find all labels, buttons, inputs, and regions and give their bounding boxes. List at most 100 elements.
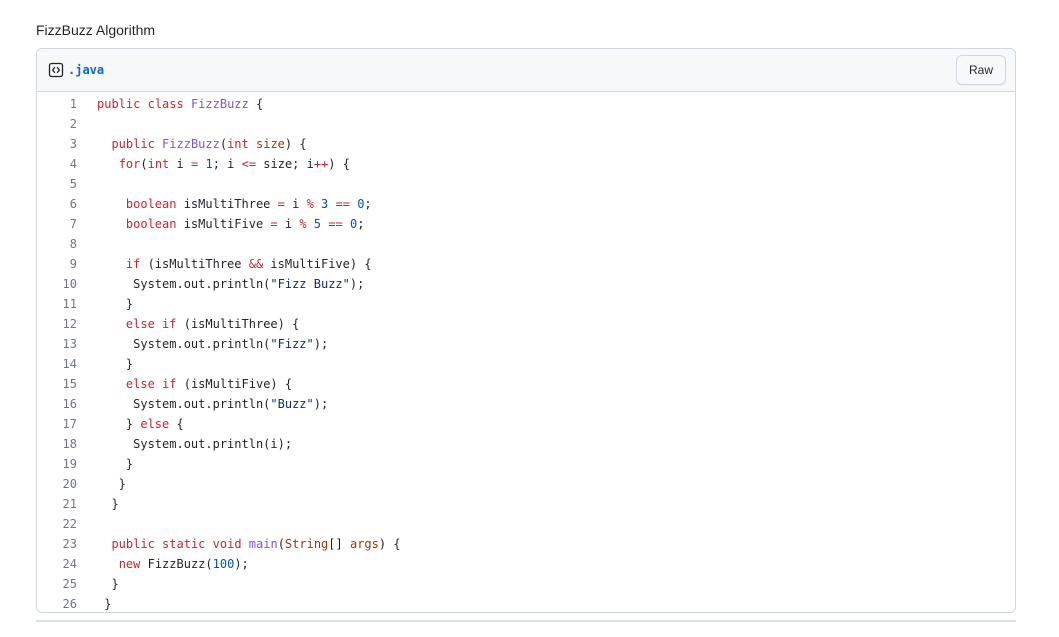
line-number[interactable]: 26 — [37, 594, 77, 612]
line-code: new FizzBuzz(100); — [77, 554, 249, 574]
line-number[interactable]: 10 — [37, 274, 77, 294]
page-title: FizzBuzz Algorithm — [36, 22, 156, 38]
line-code: if (isMultiThree && isMultiFive) { — [77, 254, 372, 274]
code-token: ; i — [212, 157, 242, 171]
code-token: "Fizz" — [270, 337, 314, 351]
line-number[interactable]: 23 — [37, 534, 77, 554]
code-line: 20 } — [37, 474, 1015, 494]
line-number[interactable]: 16 — [37, 394, 77, 414]
code-token: { — [169, 417, 184, 431]
code-token: main — [248, 537, 278, 551]
code-token: FizzBuzz( — [140, 557, 213, 571]
code-token: System.out.println( — [97, 277, 271, 291]
code-line: 10 System.out.println("Fizz Buzz"); — [37, 274, 1015, 294]
code-token: ( — [140, 157, 148, 171]
code-token: } — [97, 497, 119, 511]
code-token: == — [335, 197, 350, 211]
file-header: .java Raw — [37, 49, 1015, 92]
line-code: } — [77, 494, 119, 514]
line-number[interactable]: 18 — [37, 434, 77, 454]
line-code: boolean isMultiThree = i % 3 == 0; — [77, 194, 372, 214]
code-token: % — [306, 197, 314, 211]
code-token: size — [256, 137, 285, 151]
line-code: public static void main(String[] args) { — [77, 534, 401, 554]
code-line: 5 — [37, 174, 1015, 194]
code-token: System.out.println(i); — [97, 437, 293, 451]
line-number[interactable]: 20 — [37, 474, 77, 494]
code-body: 1 public class FizzBuzz {2 3 public FizzBu… — [37, 92, 1015, 612]
line-number[interactable]: 8 — [37, 234, 77, 254]
line-code: else if (isMultiThree) { — [77, 314, 299, 334]
code-token: ); — [349, 277, 365, 291]
line-number[interactable]: 3 — [37, 134, 77, 154]
line-number[interactable]: 22 — [37, 514, 77, 534]
line-number[interactable]: 25 — [37, 574, 77, 594]
line-number[interactable]: 12 — [37, 314, 77, 334]
line-number[interactable]: 7 — [37, 214, 77, 234]
line-code: } — [77, 354, 133, 374]
code-line: 24 new FizzBuzz(100); — [37, 554, 1015, 574]
line-number[interactable]: 24 — [37, 554, 77, 574]
line-number[interactable]: 11 — [37, 294, 77, 314]
code-token: = — [277, 197, 285, 211]
code-token: } — [97, 477, 126, 491]
line-number[interactable]: 14 — [37, 354, 77, 374]
code-token: void — [212, 537, 242, 551]
code-token: [] — [328, 537, 350, 551]
line-number[interactable]: 13 — [37, 334, 77, 354]
line-number[interactable]: 9 — [37, 254, 77, 274]
line-number[interactable]: 15 — [37, 374, 77, 394]
line-number[interactable]: 17 — [37, 414, 77, 434]
line-number[interactable]: 19 — [37, 454, 77, 474]
code-line: 8 — [37, 234, 1015, 254]
code-token: % — [299, 217, 307, 231]
line-number[interactable]: 1 — [37, 94, 77, 114]
raw-button[interactable]: Raw — [955, 55, 1006, 85]
code-token: String — [284, 537, 329, 551]
code-line: 16 System.out.println("Buzz"); — [37, 394, 1015, 414]
line-number[interactable]: 4 — [37, 154, 77, 174]
code-line: 4 for(int i = 1; i <= size; i++) { — [37, 154, 1015, 174]
code-token: else — [125, 377, 155, 391]
code-line: 1 public class FizzBuzz { — [37, 94, 1015, 114]
file-name-link[interactable]: .java — [68, 61, 104, 79]
code-token: (isMultiThree — [140, 257, 249, 271]
code-token: (isMultiFive) { — [176, 377, 293, 391]
code-token: 100 — [212, 557, 235, 571]
code-token: int — [147, 157, 170, 171]
code-line: 6 boolean isMultiThree = i % 3 == 0; — [37, 194, 1015, 214]
code-token: if — [125, 257, 141, 271]
code-token: isMultiFive) { — [263, 257, 372, 271]
code-token: class — [147, 97, 184, 111]
code-line: 13 System.out.println("Fizz"); — [37, 334, 1015, 354]
code-token: size; i — [256, 157, 314, 171]
line-number[interactable]: 2 — [37, 114, 77, 134]
code-token: ) { — [378, 537, 401, 551]
code-token: "Fizz Buzz" — [270, 277, 350, 291]
code-token: 1 — [205, 157, 213, 171]
code-token: public — [97, 97, 141, 111]
code-token: if — [162, 317, 177, 331]
code-token: ( — [219, 137, 228, 151]
code-token: isMultiThree — [176, 197, 278, 211]
line-number[interactable]: 6 — [37, 194, 77, 214]
code-token: (isMultiThree) { — [176, 317, 300, 331]
line-number[interactable]: 21 — [37, 494, 77, 514]
code-token: { — [248, 97, 264, 111]
code-token: boolean — [125, 197, 177, 211]
line-number[interactable]: 5 — [37, 174, 77, 194]
line-code: System.out.println("Fizz"); — [77, 334, 328, 354]
code-line: 21 } — [37, 494, 1015, 514]
code-file-box: .java Raw 1 public class FizzBuzz {2 3 pub… — [36, 48, 1016, 613]
line-code: else if (isMultiFive) { — [77, 374, 292, 394]
